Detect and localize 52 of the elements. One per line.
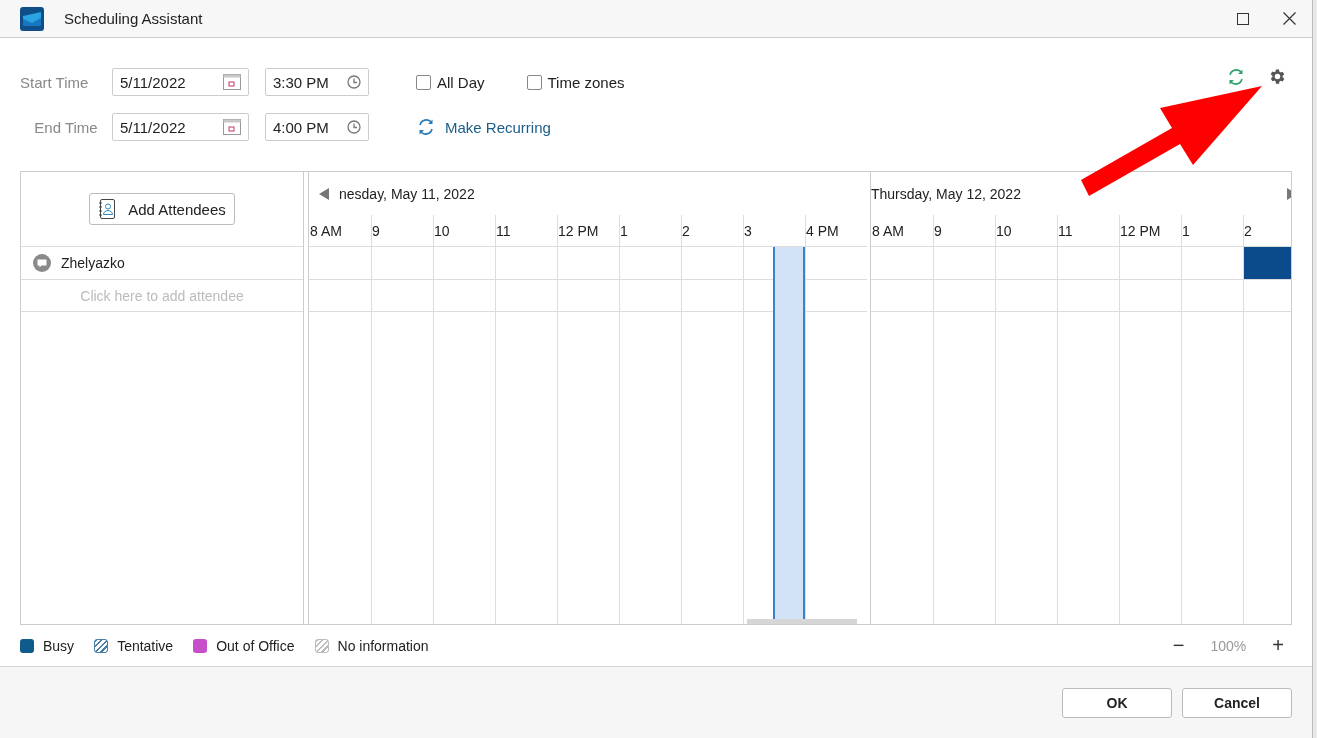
hour-label: 1 [619,215,681,247]
refresh-icon[interactable] [1226,67,1246,87]
date-field[interactable]: 5/11/2022 [112,113,249,141]
attendee-name: Zhelyazko [61,255,125,271]
checkbox-option[interactable]: All Day [416,68,485,96]
maximize-icon[interactable] [1237,12,1249,25]
hour-label: 12 PM [1119,215,1181,247]
app-logo-icon [20,6,44,31]
close-icon[interactable] [1282,12,1296,25]
hour-label: 8 AM [309,215,371,247]
add-attendees-button[interactable]: Add Attendees [89,193,235,225]
address-book-icon [98,199,117,219]
time-field[interactable]: 4:00 PM [265,113,369,141]
time-label: Start Time [20,73,89,91]
window-title: Scheduling Assistant [64,10,204,27]
day-title: nesday, May 11, 2022 [339,185,475,202]
day-title: Thursday, May 12, 2022 [871,185,1021,202]
meeting-selection[interactable] [772,247,805,619]
legend-label: No information [337,637,429,654]
hour-label: 9 [933,215,995,247]
hour-label: 9 [371,215,433,247]
legend-label: Out of Office [216,637,295,654]
hour-label: 11 [1057,215,1119,247]
cancel-button[interactable]: Cancel [1182,687,1292,718]
hour-label: 10 [433,215,495,247]
hour-label: 2 [681,215,743,247]
date-field[interactable]: 5/11/2022 [112,68,249,96]
ok-button[interactable]: OK [1062,687,1172,718]
calendar-icon[interactable] [223,74,241,90]
hour-label: 11 [495,215,557,247]
legend-label: Tentative [117,637,174,654]
checkbox-option[interactable]: Time zones [526,68,625,96]
hour-label: 10 [995,215,1057,247]
clock-icon[interactable] [347,120,361,134]
recurring-icon[interactable] [416,117,436,137]
hour-label: 12 PM [557,215,619,247]
time-field[interactable]: 3:30 PM [265,68,369,96]
clock-icon[interactable] [347,75,361,89]
hour-label: 1 [1181,215,1243,247]
make-recurring-link[interactable]: Make Recurring [416,113,551,141]
time-label: End Time [34,118,98,136]
previous-arrow-icon[interactable] [319,187,329,200]
zoom-value: 100% [1210,637,1247,654]
hour-label: 4 PM [805,215,867,247]
legend-label: Busy [43,637,75,654]
scrollbar-thumb[interactable] [747,619,857,624]
zoom-in-button[interactable]: + [1272,634,1284,657]
attendee-status-icon [33,254,51,272]
zoom-out-button[interactable]: − [1172,634,1185,657]
hour-label: 8 AM [871,215,933,247]
settings-icon[interactable] [1268,67,1287,86]
calendar-icon[interactable] [223,119,241,135]
